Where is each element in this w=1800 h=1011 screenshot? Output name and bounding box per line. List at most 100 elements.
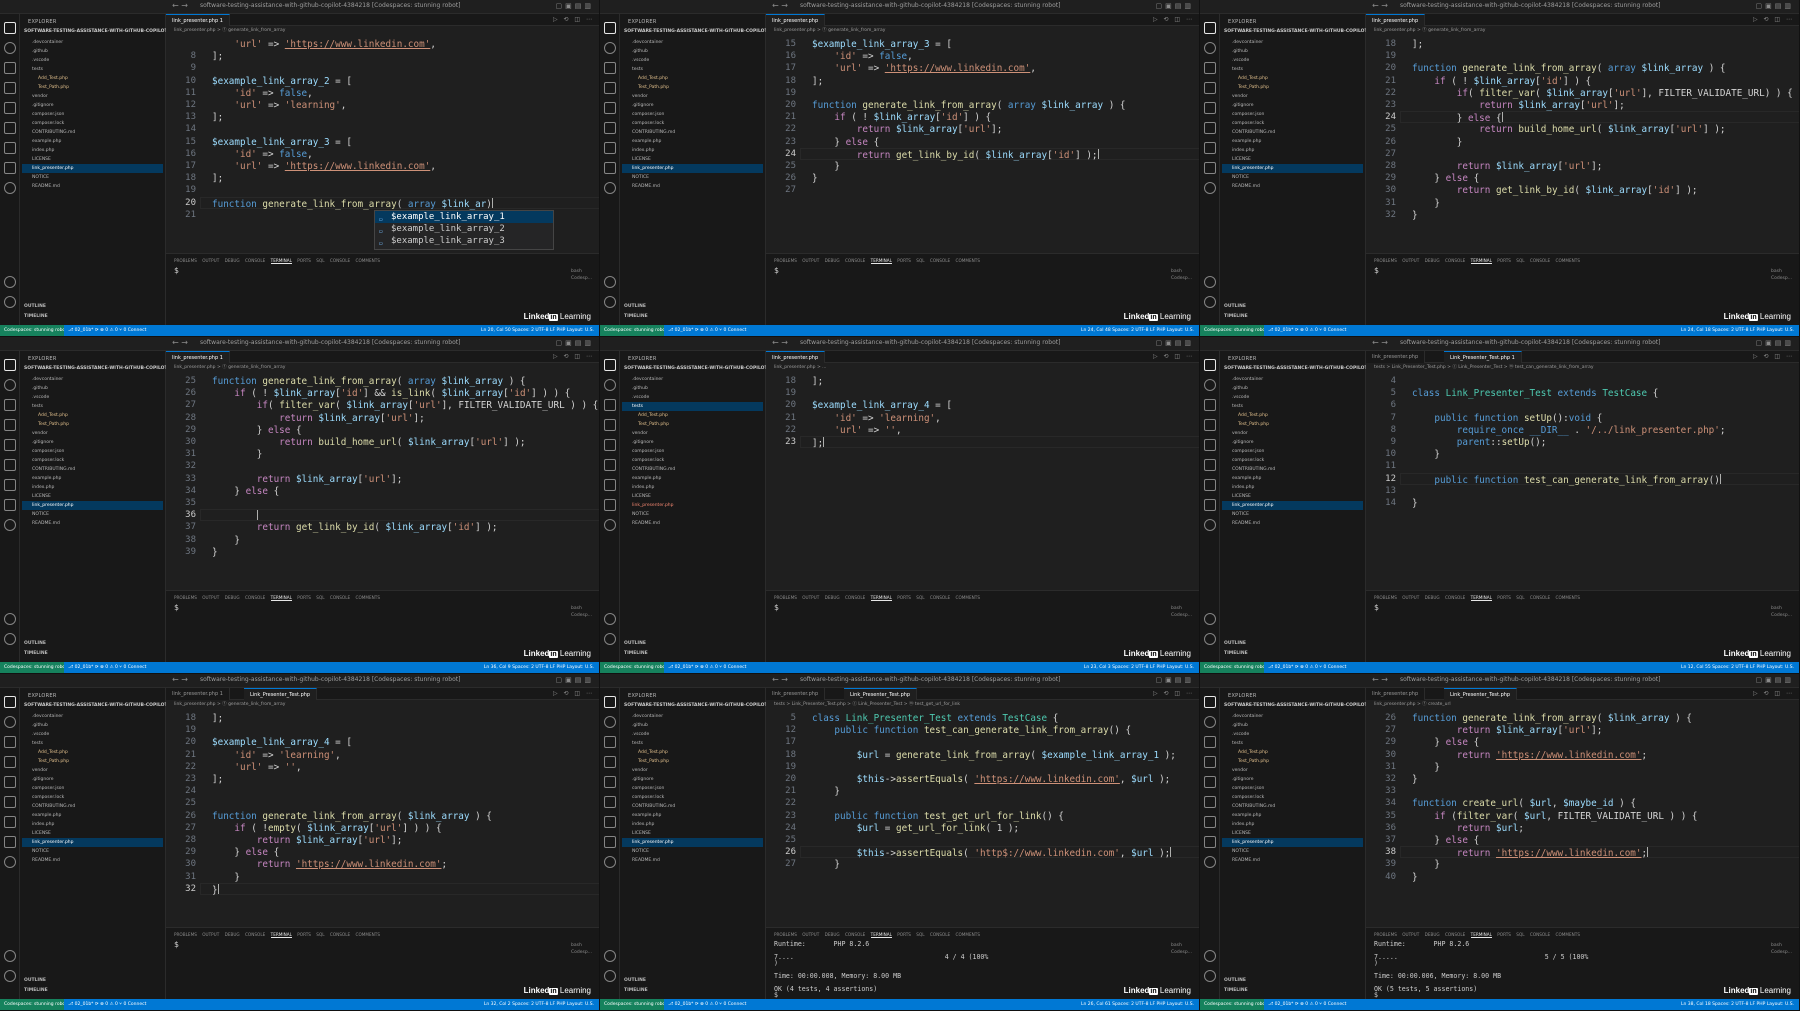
gear-icon[interactable] [1204,633,1216,645]
panel-tab[interactable]: PORTS [297,932,311,937]
terminal-instances[interactable]: bash Codesp... [1771,605,1792,619]
explorer-file-item[interactable]: .gitignore [1232,101,1254,110]
explorer-icon[interactable] [1204,22,1216,34]
breadcrumb[interactable]: link_presenter.php > ⓕ generate_link_fro… [166,363,599,372]
extensions-icon[interactable] [1204,439,1216,451]
cursor-position[interactable]: Ln 23, Col 3 [1084,665,1111,670]
explorer-file-item[interactable]: .github [1232,384,1248,393]
explorer-file-item[interactable]: Add_Test.php [1238,411,1268,420]
explorer-file-item[interactable]: .vscode [32,56,49,65]
copilot-chat-icon[interactable] [604,182,616,194]
explorer-file-item[interactable]: vendor [1232,92,1248,101]
explorer-file-item[interactable]: vendor [632,92,648,101]
status-encoding[interactable]: Spaces: 2 UTF-8 LF PHP Layout: U.S. [512,665,594,670]
source-control-icon[interactable] [4,399,16,411]
source-control-icon[interactable] [1204,736,1216,748]
terminal-instances[interactable]: bash Codesp... [1171,942,1192,956]
explorer-file-item[interactable]: composer.json [1232,447,1264,456]
cursor-position[interactable]: Ln 38, Col 18 [1681,1002,1711,1007]
explorer-file-item[interactable]: Add_Test.php [38,748,68,757]
explorer-file-item[interactable]: Test_Path.php [38,757,69,766]
nav-arrows[interactable]: ← → [1372,338,1388,347]
testing-icon[interactable] [604,816,616,828]
explorer-file-item[interactable]: CONTRIBUTING.md [32,128,75,137]
panel-tab[interactable]: OUTPUT [802,595,819,600]
autocomplete-item[interactable]: ▭ $example_link_array_3 [375,235,553,247]
panel-tab[interactable]: COMMENTS [356,258,380,263]
explorer-file-item[interactable]: NOTICE [632,510,649,519]
gear-icon[interactable] [4,970,16,982]
terminal-instance[interactable]: bash [1771,605,1792,612]
explorer-file-item[interactable]: .vscode [632,730,649,739]
run-debug-icon[interactable] [604,82,616,94]
editor-actions[interactable]: ▷ ⟲ ◫ ⋯ [553,353,594,360]
explorer-file-item[interactable]: .github [1232,721,1248,730]
explorer-file-item[interactable]: composer.json [1232,784,1264,793]
explorer-icon[interactable] [1204,696,1216,708]
explorer-file-item[interactable]: index.php [1232,820,1254,829]
github-icon[interactable] [4,162,16,174]
explorer-root-folder[interactable]: SOFTWARE-TESTING-ASSISTANCE-WITH-GITHUB-… [1224,703,1368,708]
explorer-file-item[interactable]: example.php [1232,137,1261,146]
terminal-instance[interactable]: Codesp... [1771,949,1792,956]
remote-indicator[interactable]: Codespaces: stunning robot [600,662,664,673]
status-right-items[interactable]: Ln 36, Col 9 Spaces: 2 UTF-8 LF PHP Layo… [484,662,594,673]
explorer-file-item[interactable]: Test_Path.php [638,757,669,766]
explorer-file-item[interactable]: .devcontainer [632,712,663,721]
panel-tab[interactable]: DEBUG CONSOLE [225,258,266,263]
explorer-file-item[interactable]: README.md [632,519,660,528]
explorer-root-folder[interactable]: SOFTWARE-TESTING-ASSISTANCE-WITH-GITHUB-… [24,366,168,371]
explorer-file-item[interactable]: .vscode [32,730,49,739]
search-icon[interactable] [1204,42,1216,54]
explorer-file-item[interactable]: .gitignore [1232,438,1254,447]
explorer-file-item[interactable]: LICENSE [1232,492,1251,501]
explorer-file-item[interactable]: LICENSE [32,492,51,501]
panel-tab[interactable]: DEBUG CONSOLE [225,932,266,937]
explorer-file-item[interactable]: example.php [632,811,661,820]
panel-tab[interactable]: DEBUG CONSOLE [1425,595,1466,600]
panel-tab[interactable]: PROBLEMS [174,595,197,600]
status-right-items[interactable]: Ln 24, Col 48 Spaces: 2 UTF-8 LF PHP Lay… [1081,325,1194,336]
editor-actions[interactable]: ▷ ⟲ ◫ ⋯ [1753,690,1794,697]
remote-indicator[interactable]: Codespaces: stunning robot [1200,325,1264,336]
explorer-file-item[interactable]: composer.lock [32,119,64,128]
copilot-chat-icon[interactable] [4,519,16,531]
breadcrumb[interactable]: link_presenter.php > ⓕ generate_link_fro… [1366,26,1799,35]
testing-icon[interactable] [4,142,16,154]
outline-section[interactable]: OUTLINE [1224,978,1246,983]
search-icon[interactable] [604,716,616,728]
explorer-file-item[interactable]: composer.json [632,110,664,119]
code-editor[interactable]: 18]; 19 20 $example_link_array_4 = [21 'id'… [766,372,1199,590]
explorer-file-item[interactable]: vendor [32,92,48,101]
breadcrumb[interactable]: link_presenter.php > ... [766,363,1199,372]
explorer-file-item[interactable]: tests [32,65,43,74]
terminal-instance[interactable]: Codesp... [1171,275,1192,282]
layout-buttons[interactable]: ▢▣▤▥ [1156,2,1194,10]
outline-section[interactable]: OUTLINE [1224,304,1246,309]
account-icon[interactable] [1204,950,1216,962]
status-left-items[interactable]: ⎇ 02_01b* ⟳ ⊗ 0 ⚠ 0 ⑂ 0 Connect [1268,325,1346,336]
copilot-chat-icon[interactable] [1204,182,1216,194]
editor-tab[interactable]: link_presenter.php [1366,14,1426,26]
explorer-file-item[interactable]: vendor [32,766,48,775]
terminal-instance[interactable]: Codesp... [571,949,592,956]
explorer-file-item[interactable]: LICENSE [32,155,51,164]
explorer-file-item[interactable]: CONTRIBUTING.md [632,802,675,811]
terminal-instances[interactable]: bash Codesp... [1771,268,1792,282]
explorer-file-item[interactable]: link_presenter.php [22,838,163,847]
explorer-file-item[interactable]: .gitignore [32,438,54,447]
panel-tab[interactable]: COMMENTS [1556,595,1580,600]
panel-tab[interactable]: SQL CONSOLE [916,258,950,263]
explorer-file-item[interactable]: tests [622,402,763,411]
terminal-instances[interactable]: bash Codesp... [1771,942,1792,956]
explorer-file-item[interactable]: LICENSE [32,829,51,838]
timeline-section[interactable]: TIMELINE [24,651,48,656]
explorer-file-item[interactable]: NOTICE [632,173,649,182]
editor-tab[interactable]: Link_Presenter_Test.php [844,688,918,700]
github-icon[interactable] [1204,499,1216,511]
autocomplete-popup[interactable]: ▭ $example_link_array_1 ▭ $example_link_arr… [374,209,554,250]
editor-tab[interactable]: link_presenter.php 1 [166,351,230,363]
terminal-instance[interactable]: Codesp... [1171,949,1192,956]
testing-icon[interactable] [4,816,16,828]
explorer-file-item[interactable]: tests [1232,402,1243,411]
